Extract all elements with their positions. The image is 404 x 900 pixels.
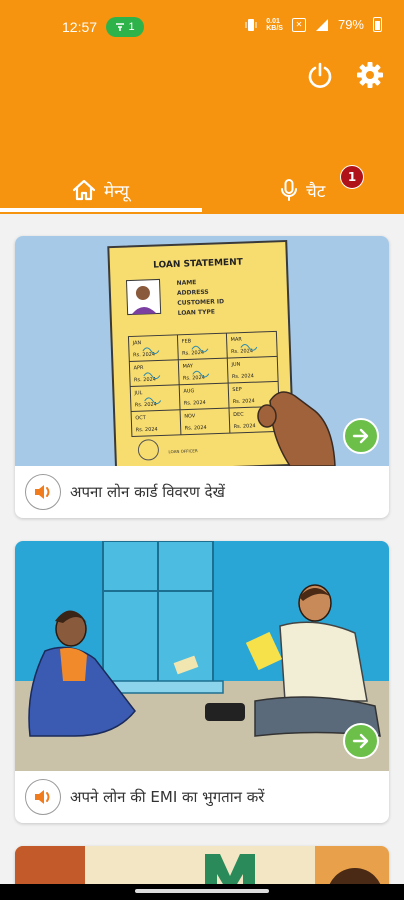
month-apr: APR xyxy=(133,365,144,371)
card-loan-statement-footer: अपना लोन कार्ड विवरण देखें xyxy=(15,466,389,518)
third-card-art xyxy=(15,846,389,884)
amount-oct: Rs. 2024 xyxy=(136,427,158,434)
tab-chat[interactable]: चैट xyxy=(280,172,325,208)
hotspot-icon xyxy=(116,23,125,31)
logout-button[interactable] xyxy=(305,60,335,90)
signal-icon xyxy=(315,18,328,31)
tab-chat-label: चैट xyxy=(306,181,326,202)
speaker-icon xyxy=(35,485,50,499)
amount-jul: Rs. 2024 xyxy=(135,402,157,409)
power-icon xyxy=(308,62,332,88)
status-time: 12:57 xyxy=(62,19,98,35)
microphone-icon xyxy=(281,179,297,201)
month-aug: AUG xyxy=(183,388,194,394)
data-speed-value: 0.01 xyxy=(266,17,280,25)
month-feb: FEB xyxy=(182,338,192,344)
arrow-right-icon xyxy=(352,428,369,444)
month-jun: JUN xyxy=(230,362,240,368)
amount-may: Rs. 2024 xyxy=(183,375,205,382)
battery-percent: 79% xyxy=(337,17,364,32)
chat-unread-badge: 1 xyxy=(340,165,364,189)
loan-statement-art: LOAN STATEMENT NAME ADDRESS CUSTOMER ID … xyxy=(15,236,389,466)
card-pay-emi-next-button[interactable] xyxy=(343,723,379,759)
arrow-right-icon xyxy=(352,733,369,749)
status-bar: 12:57 1 0.01 KB/S ✕ 79% xyxy=(0,0,404,44)
month-sep: SEP xyxy=(232,387,242,393)
amount-jan: Rs. 2024 xyxy=(133,352,155,359)
card-loan-statement-label: अपना लोन कार्ड विवरण देखें xyxy=(70,483,225,501)
month-may: MAY xyxy=(182,363,194,369)
month-jan: JAN xyxy=(132,340,142,346)
amount-sep: Rs. 2024 xyxy=(233,398,255,405)
amount-mar: Rs. 2024 xyxy=(231,348,253,355)
field-address: ADDRESS xyxy=(177,289,209,297)
pay-emi-illustration xyxy=(15,541,389,771)
hotspot-pill: 1 xyxy=(106,17,144,37)
amount-jun: Rs. 2024 xyxy=(232,373,254,380)
card-pay-emi-audio-button[interactable] xyxy=(25,779,61,815)
card-pay-emi[interactable]: अपने लोन की EMI का भुगतान करें xyxy=(15,541,389,823)
amount-feb: Rs. 2024 xyxy=(182,350,204,357)
month-oct: OCT xyxy=(135,415,147,421)
card-loan-statement-next-button[interactable] xyxy=(343,418,379,454)
card-loan-statement-audio-button[interactable] xyxy=(25,474,61,510)
field-loan-type: LOAN TYPE xyxy=(178,309,215,317)
month-jul: JUL xyxy=(133,390,142,396)
pay-emi-art xyxy=(15,541,389,771)
home-icon xyxy=(72,179,96,201)
amount-nov: Rs. 2024 xyxy=(185,425,207,432)
gear-icon xyxy=(357,62,383,88)
hotspot-count: 1 xyxy=(128,21,135,33)
app-bar: मेन्यू चैट 1 xyxy=(0,44,404,214)
home-gesture-handle[interactable] xyxy=(135,889,269,893)
data-speed-unit: KB/S xyxy=(266,24,283,32)
field-name: NAME xyxy=(177,279,197,287)
data-speed: 0.01 KB/S xyxy=(266,18,283,32)
sim-icon: ✕ xyxy=(291,17,306,32)
tab-menu[interactable]: मेन्यू xyxy=(72,172,129,208)
tab-menu-label: मेन्यू xyxy=(104,181,130,202)
active-tab-indicator xyxy=(0,208,202,212)
settings-button[interactable] xyxy=(355,60,385,90)
card-loan-statement[interactable]: LOAN STATEMENT NAME ADDRESS CUSTOMER ID … xyxy=(15,236,389,518)
loan-statement-illustration: LOAN STATEMENT NAME ADDRESS CUSTOMER ID … xyxy=(15,236,389,466)
card-pay-emi-label: अपने लोन की EMI का भुगतान करें xyxy=(70,788,265,806)
amount-dec: Rs. 2024 xyxy=(234,423,256,430)
card-pay-emi-footer: अपने लोन की EMI का भुगतान करें xyxy=(15,771,389,823)
amount-aug: Rs. 2024 xyxy=(184,400,206,407)
status-icons: 0.01 KB/S ✕ 79% xyxy=(245,17,382,32)
menu-list[interactable]: LOAN STATEMENT NAME ADDRESS CUSTOMER ID … xyxy=(0,214,404,884)
month-nov: NOV xyxy=(184,413,196,419)
month-dec: DEC xyxy=(233,412,244,418)
third-card-illustration xyxy=(15,846,389,884)
system-nav-bar xyxy=(0,884,404,900)
amount-apr: Rs. 2024 xyxy=(134,377,156,384)
month-mar: MAR xyxy=(231,337,243,343)
stamp-label: LOAN OFFICER xyxy=(168,448,198,454)
battery-icon xyxy=(373,17,382,32)
vibrate-icon xyxy=(245,18,257,31)
speaker-icon xyxy=(35,790,50,804)
card-third[interactable] xyxy=(15,846,389,884)
